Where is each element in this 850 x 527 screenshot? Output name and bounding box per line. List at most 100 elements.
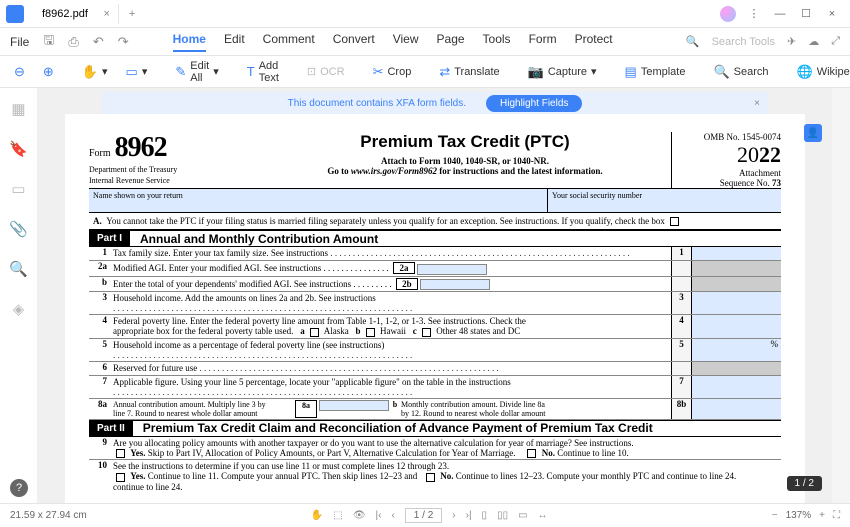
tab-filename: f8962.pdf [42, 8, 88, 20]
tab-page[interactable]: Page [437, 32, 465, 52]
line7-field[interactable] [691, 376, 781, 398]
tab-comment[interactable]: Comment [263, 32, 315, 52]
line3-field[interactable] [691, 292, 781, 314]
cloud-icon[interactable]: ☁ [808, 35, 819, 48]
line5-field[interactable]: % [691, 339, 781, 361]
page-input[interactable]: 1 / 2 [405, 508, 442, 523]
highlight-fields-button[interactable]: Highlight Fields [486, 95, 582, 112]
fullscreen-icon[interactable]: ⛶ [833, 510, 840, 521]
fit-width-icon[interactable]: ↔ [538, 510, 548, 521]
annotations-icon[interactable]: ▭ [11, 180, 25, 198]
search-tools-input[interactable]: Search Tools [712, 36, 775, 48]
part2-title: Premium Tax Credit Claim and Reconciliat… [133, 421, 653, 435]
document-tab[interactable]: f8962.pdf × [32, 4, 119, 24]
crop-button[interactable]: ✂Crop [369, 61, 416, 83]
single-page-icon[interactable]: ▯ [482, 510, 488, 521]
read-mode-icon[interactable]: 👁 [353, 510, 366, 521]
sidebar: ▦ 🔖 ▭ 📎 🔍 ◈ [0, 88, 38, 503]
part2-label: Part II [89, 421, 133, 436]
help-button[interactable]: ? [10, 479, 28, 497]
zoom-in-button[interactable]: ⊕ [39, 61, 58, 83]
select-mode-icon[interactable]: ⬚ [333, 510, 342, 521]
line2b-field[interactable] [420, 279, 490, 290]
ai-icon[interactable] [716, 2, 740, 26]
template-button[interactable]: ▤Template [621, 61, 690, 83]
send-icon[interactable]: ✈ [787, 35, 796, 48]
close-button[interactable]: × [820, 2, 844, 26]
part1-title: Annual and Monthly Contribution Amount [130, 232, 378, 246]
prev-page-icon[interactable]: ‹ [391, 510, 394, 521]
add-tab-button[interactable]: + [119, 8, 145, 20]
next-page-icon[interactable]: › [452, 510, 455, 521]
search-panel-icon[interactable]: 🔍 [9, 260, 28, 278]
tab-protect[interactable]: Protect [575, 32, 613, 52]
tab-convert[interactable]: Convert [333, 32, 375, 52]
minimize-button[interactable]: — [768, 2, 792, 26]
line-a-checkbox[interactable] [670, 217, 679, 226]
pdf-page: Form 8962 Department of the Treasury Int… [65, 114, 805, 503]
line8a-field[interactable] [319, 400, 389, 411]
name-field[interactable]: Name shown on your return [89, 189, 548, 212]
first-page-icon[interactable]: |‹ [376, 510, 382, 521]
toolbar: ⊖ ⊕ ✋▾ ▭▾ ✎Edit All▾ TAdd Text ⊡OCR ✂Cro… [0, 56, 850, 88]
wikipedia-button[interactable]: 🌐Wikipedia [793, 61, 850, 83]
maximize-button[interactable]: ☐ [794, 2, 818, 26]
form-number: 8962 [115, 132, 167, 164]
tab-edit[interactable]: Edit [224, 32, 245, 52]
print-icon[interactable]: ⎙ [68, 34, 78, 50]
search-button[interactable]: 🔍Search [709, 61, 772, 83]
app-icon [6, 5, 24, 23]
dept-irs: Internal Revenue Service [89, 177, 259, 186]
omb-number: OMB No. 1545-0074 [678, 132, 781, 142]
float-badge[interactable]: 👤 [804, 124, 822, 142]
part1-label: Part I [89, 231, 130, 246]
attach-instruction: Attach to Form 1040, 1040-SR, or 1040-NR… [259, 156, 671, 166]
line-a-text: You cannot take the PTC if your filing s… [106, 216, 665, 226]
zoom-out-status[interactable]: − [772, 510, 778, 521]
thumbnails-icon[interactable]: ▦ [11, 100, 25, 118]
tab-form[interactable]: Form [529, 32, 557, 52]
layers-icon[interactable]: ◈ [13, 300, 25, 318]
fit-tool[interactable]: ▭▾ [122, 61, 152, 83]
file-menu[interactable]: File [10, 35, 29, 49]
hand-mode-icon[interactable]: ✋ [311, 510, 323, 521]
expand-icon[interactable]: ⤢ [831, 35, 840, 48]
undo-icon[interactable]: ↶ [93, 34, 104, 50]
notice-close-icon[interactable]: × [754, 98, 760, 109]
form-label: Form [89, 148, 111, 159]
close-tab-icon[interactable]: × [103, 8, 109, 20]
xfa-notice: This document contains XFA form fields. … [102, 92, 768, 114]
tab-home[interactable]: Home [173, 32, 206, 52]
save-icon[interactable]: 🖫 [43, 31, 54, 53]
search-icon[interactable]: 🔍 [686, 35, 700, 48]
page-dimensions: 21.59 x 27.94 cm [10, 510, 87, 521]
ocr-button[interactable]: ⊡OCR [303, 62, 349, 81]
dept-treasury: Department of the Treasury [89, 166, 259, 175]
bookmark-icon[interactable]: 🔖 [9, 140, 28, 158]
continuous-icon[interactable]: ▯▯ [497, 510, 508, 521]
add-text-button[interactable]: TAdd Text [243, 57, 283, 87]
attachments-icon[interactable]: 📎 [9, 220, 28, 238]
zoom-in-status[interactable]: + [819, 510, 825, 521]
kebab-icon[interactable]: ⋮ [742, 2, 766, 26]
line1-field[interactable] [691, 247, 781, 260]
page-count-badge: 1 / 2 [787, 476, 822, 491]
line2a-field[interactable] [417, 264, 487, 275]
menubar: File 🖫 ⎙ ↶ ↷ Home Edit Comment Convert V… [0, 28, 850, 56]
line4-field[interactable] [691, 315, 781, 337]
zoom-level[interactable]: 137% [786, 510, 812, 521]
two-page-icon[interactable]: ▭ [518, 510, 527, 521]
hand-tool[interactable]: ✋▾ [78, 61, 112, 83]
line8b-field[interactable] [691, 399, 781, 419]
ssn-field[interactable]: Your social security number [548, 189, 781, 212]
zoom-out-button[interactable]: ⊖ [10, 61, 29, 83]
redo-icon[interactable]: ↷ [118, 34, 129, 50]
capture-button[interactable]: 📷Capture▾ [524, 61, 601, 83]
tab-tools[interactable]: Tools [483, 32, 511, 52]
form-title: Premium Tax Credit (PTC) [259, 132, 671, 152]
last-page-icon[interactable]: ›| [466, 510, 472, 521]
edit-all-button[interactable]: ✎Edit All▾ [171, 57, 222, 87]
translate-button[interactable]: ⇄Translate [435, 61, 503, 83]
tab-view[interactable]: View [393, 32, 419, 52]
document-area[interactable]: This document contains XFA form fields. … [38, 88, 832, 503]
